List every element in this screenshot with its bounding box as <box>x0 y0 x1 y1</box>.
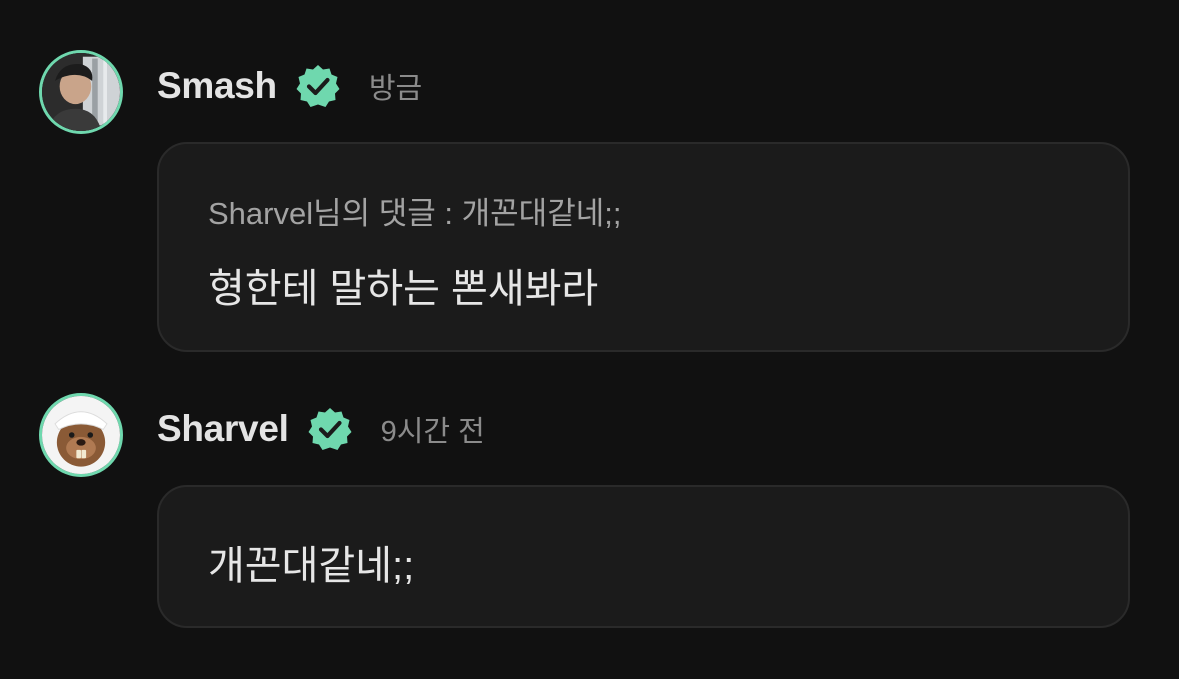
verified-badge-icon <box>295 63 341 109</box>
timestamp: 방금 <box>368 73 423 105</box>
avatar[interactable] <box>39 50 123 134</box>
user-photo-icon <box>42 53 120 131</box>
comment-header: Smash 방금 <box>157 58 422 114</box>
comment-text: 개꼰대같네;; <box>208 544 415 588</box>
reply-reference[interactable]: Sharvel님의 댓글 : 개꼰대같네;; <box>208 188 621 233</box>
comment-bubble: Sharvel님의 댓글 : 개꼰대같네;; 형한테 말하는 뽄새봐라 <box>157 142 1130 352</box>
username[interactable]: Smash <box>157 65 277 107</box>
avatar[interactable] <box>39 393 123 477</box>
beaver-photo-icon <box>42 396 120 474</box>
comment-text: 형한테 말하는 뽄새봐라 <box>208 267 599 311</box>
comment-header: Sharvel 9시간 전 <box>157 401 485 457</box>
comment-bubble: 개꼰대같네;; <box>157 485 1130 628</box>
timestamp: 9시간 전 <box>380 416 485 448</box>
comment-feed: Smash 방금 Sharvel님의 댓글 : 개꼰대같네;; 형한테 말하는 … <box>0 0 1179 679</box>
username[interactable]: Sharvel <box>157 408 289 450</box>
verified-badge-icon <box>307 406 353 452</box>
